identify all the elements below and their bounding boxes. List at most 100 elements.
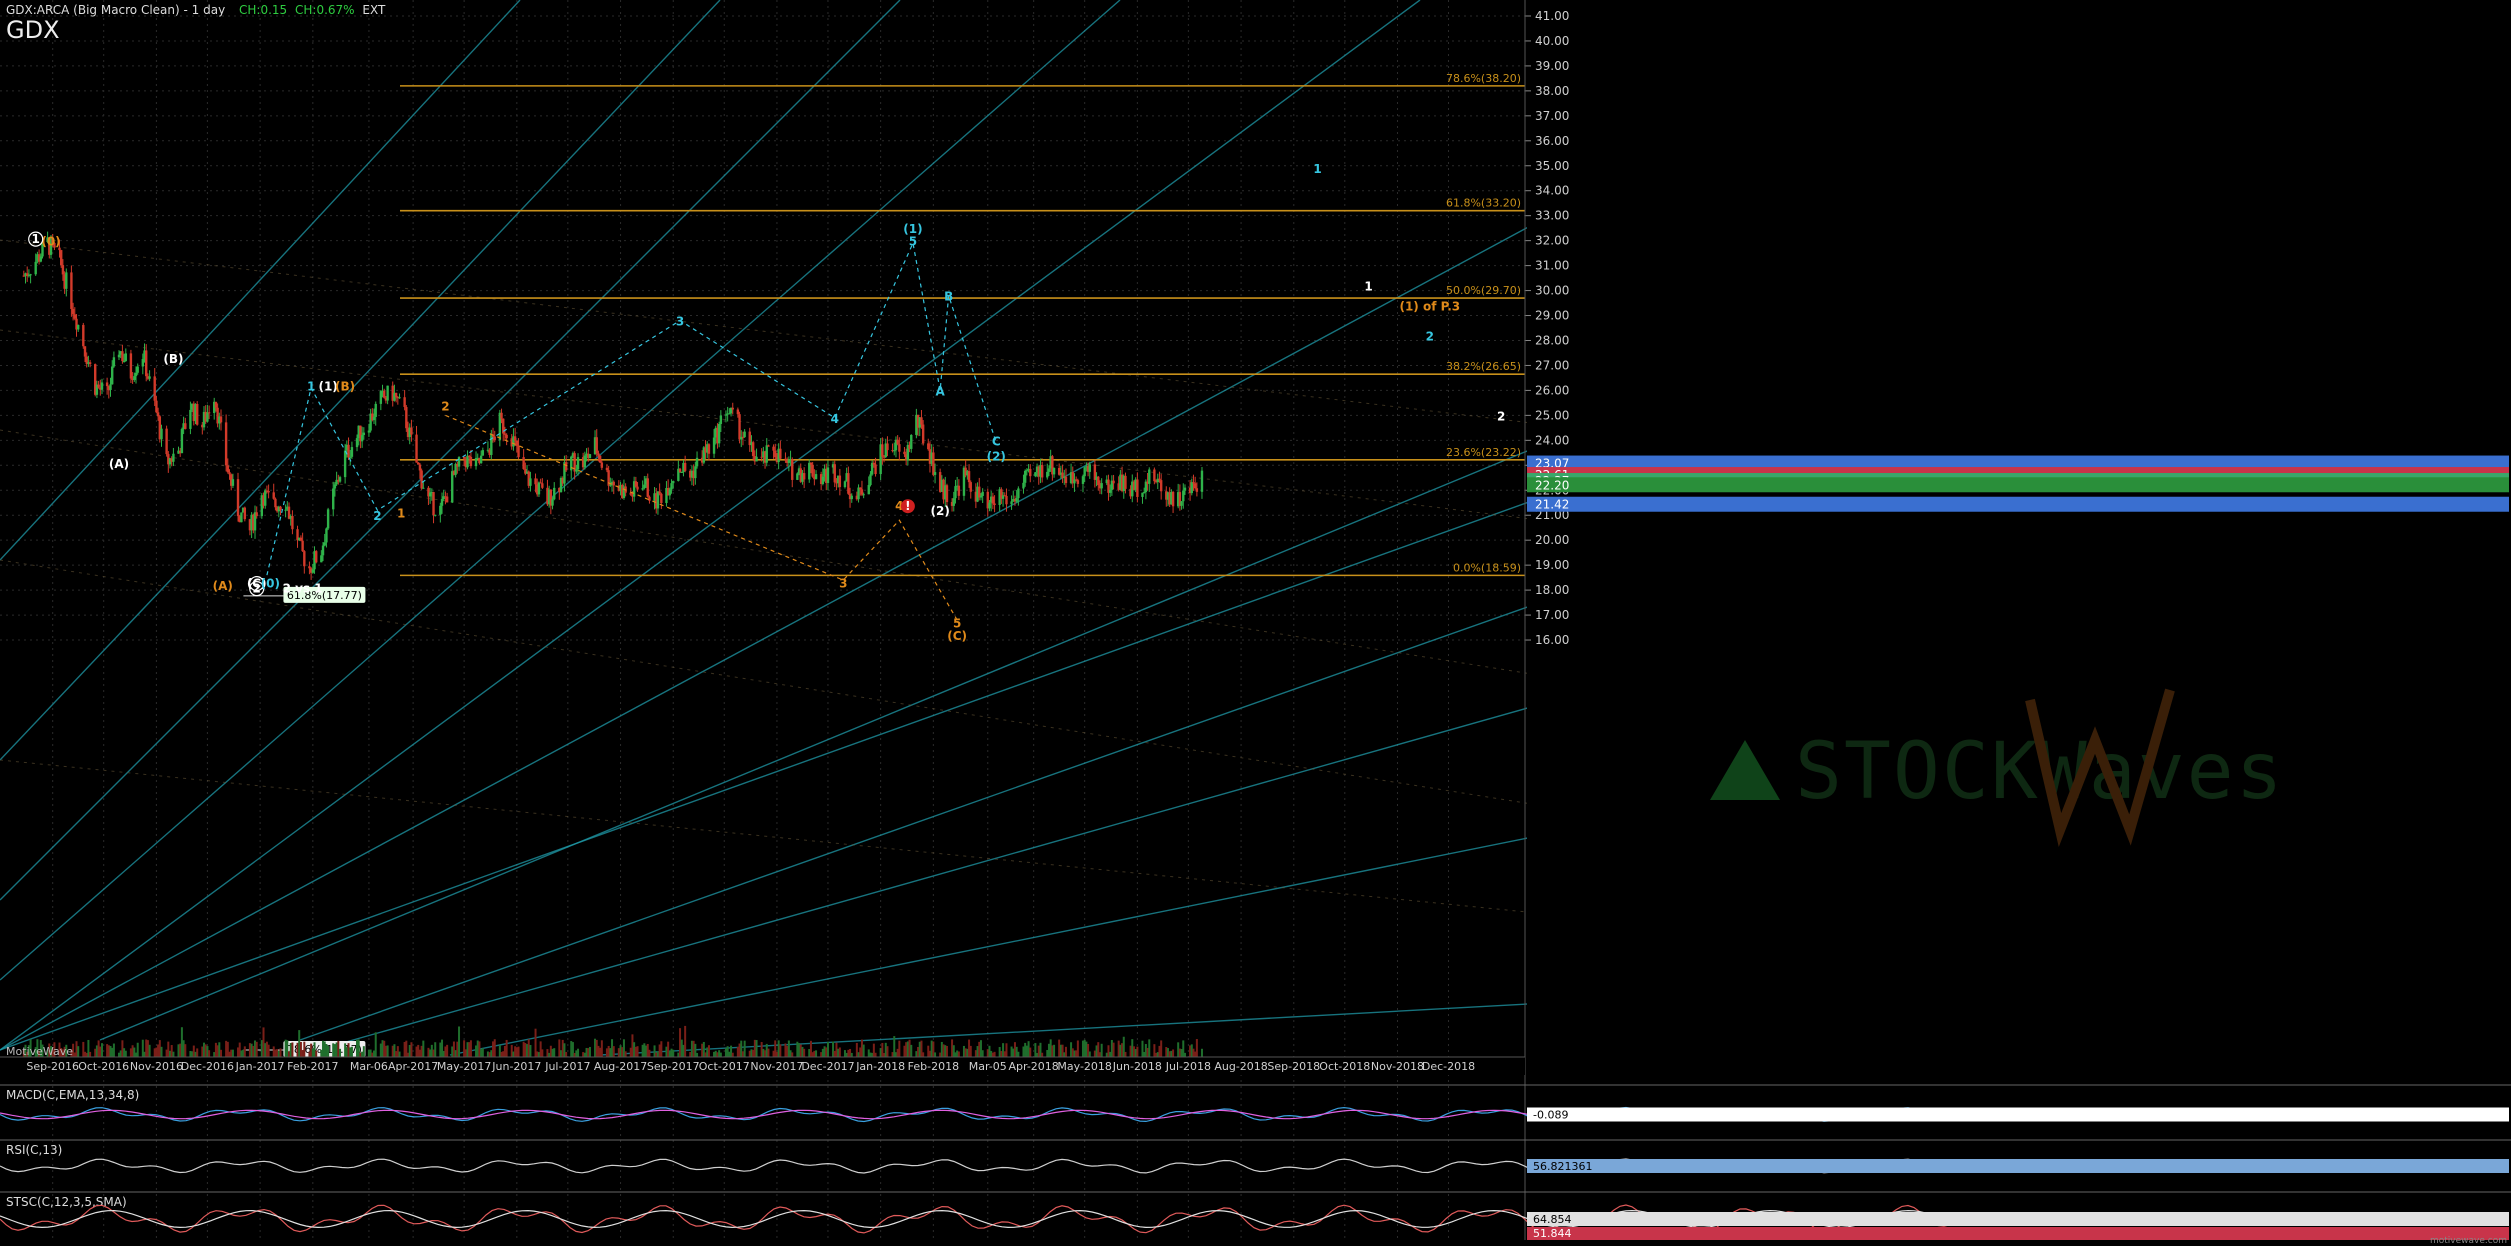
candle-body — [954, 486, 957, 499]
volume-bar — [1172, 1049, 1175, 1057]
volume-bar — [714, 1050, 717, 1057]
volume-bar — [597, 1045, 600, 1057]
volume-bar — [439, 1042, 442, 1057]
candle-body — [870, 462, 874, 475]
volume-bar — [179, 1043, 182, 1057]
volume-bar — [689, 1052, 692, 1057]
volume-bar — [1107, 1045, 1110, 1057]
volume-bar — [514, 1046, 517, 1057]
price-tick-label: 40.00 — [1535, 34, 1569, 48]
time-tick-label: Mar-05 — [969, 1060, 1007, 1073]
volume-bar — [201, 1046, 204, 1057]
volume-bar — [658, 1044, 661, 1057]
volume-bar — [716, 1052, 719, 1057]
volume-bar — [99, 1046, 102, 1057]
volume-bar — [791, 1052, 794, 1057]
volume-bar — [760, 1042, 763, 1057]
volume-bar — [636, 1046, 639, 1057]
wave-label: (0) — [261, 577, 280, 591]
volume-bar — [1085, 1041, 1088, 1057]
volume-bar — [458, 1026, 461, 1057]
volume-bar — [347, 1043, 350, 1057]
volume-bar — [1117, 1040, 1120, 1057]
volume-bar — [762, 1048, 765, 1057]
volume-bar — [548, 1052, 551, 1057]
candle-body — [695, 457, 699, 467]
volume-bar — [320, 1049, 323, 1057]
candle-body — [165, 428, 168, 455]
price-tick-label: 36.00 — [1535, 134, 1569, 148]
price-tick-label: 32.00 — [1535, 234, 1569, 248]
volume-bar — [339, 1048, 342, 1057]
wave-label: (A) — [213, 579, 233, 593]
wave-label: 3 — [839, 577, 847, 591]
volume-bar — [741, 1051, 744, 1057]
wave-label: 2 — [253, 582, 261, 596]
volume-bar — [505, 1039, 508, 1057]
candle-body — [1180, 501, 1183, 506]
volume-bar — [728, 1051, 731, 1057]
candle-body — [1052, 467, 1056, 475]
volume-bar — [101, 1043, 104, 1057]
volume-bar — [1025, 1045, 1028, 1057]
volume-bar — [466, 1042, 469, 1057]
wave-projections — [266, 241, 997, 621]
candle-body — [808, 462, 811, 480]
volume-bar — [481, 1048, 484, 1057]
volume-bar — [335, 1042, 338, 1057]
price-tick-label: 31.00 — [1535, 259, 1569, 273]
candle-body — [869, 474, 872, 486]
volume-bar — [1095, 1045, 1098, 1057]
volume-bar — [684, 1025, 687, 1057]
axis-background — [1527, 0, 2511, 1246]
volume-bar — [250, 1043, 253, 1057]
candle-body — [903, 451, 906, 455]
volume-bar — [918, 1041, 921, 1057]
candle-body — [88, 362, 92, 365]
time-tick-label: Nov-2016 — [130, 1060, 183, 1073]
candle-body — [539, 482, 542, 484]
volume-bar — [356, 1039, 359, 1057]
volume-bar — [430, 1044, 433, 1057]
wave-label: 2 — [441, 399, 449, 413]
volume-bar — [617, 1048, 620, 1057]
volume-bar — [896, 1048, 899, 1057]
volume-bar — [349, 1047, 352, 1057]
volume-bar — [879, 1048, 882, 1057]
candle-body — [1148, 469, 1151, 484]
candle-body — [350, 447, 354, 457]
candle-body — [838, 475, 842, 488]
candle-body — [833, 464, 836, 483]
volume-bar — [1022, 1046, 1025, 1057]
price-chart[interactable]: 78.6%(38.20) 61.8%(33.20) 50.0%(29.70) 38.2… — [0, 0, 2511, 1246]
volume-bar — [418, 1049, 421, 1057]
candle-body — [1193, 483, 1197, 489]
candle-body — [821, 476, 825, 485]
candle-body — [993, 503, 996, 506]
volume-bar — [344, 1043, 347, 1057]
volume-bar — [928, 1050, 931, 1057]
wave-label: B — [944, 290, 953, 304]
site-label: motivewave.com — [2430, 1236, 2507, 1246]
volume-bar — [238, 1042, 241, 1057]
volume-bar — [299, 1041, 302, 1057]
price-tick-label: 35.00 — [1535, 159, 1569, 173]
volume-bar — [605, 1048, 608, 1057]
volume-bar — [89, 1051, 92, 1057]
volume-bar — [493, 1039, 496, 1057]
candle-body — [717, 423, 721, 444]
volume-bar — [582, 1052, 585, 1057]
wave-label: (0) — [41, 235, 60, 249]
volume-bar — [322, 1040, 325, 1057]
indicator-value: -0.089 — [1533, 1109, 1568, 1122]
volume-bar — [600, 1040, 603, 1057]
volume-bar — [951, 1039, 954, 1057]
volume-bar — [1183, 1052, 1186, 1057]
candle-body — [83, 346, 87, 357]
volume-bar — [833, 1050, 836, 1057]
candle-body — [712, 437, 716, 454]
price-tick-label: 18.00 — [1535, 583, 1569, 597]
volume-bar — [180, 1027, 183, 1057]
volume-bar — [1122, 1036, 1125, 1057]
volume-bar — [87, 1039, 90, 1057]
